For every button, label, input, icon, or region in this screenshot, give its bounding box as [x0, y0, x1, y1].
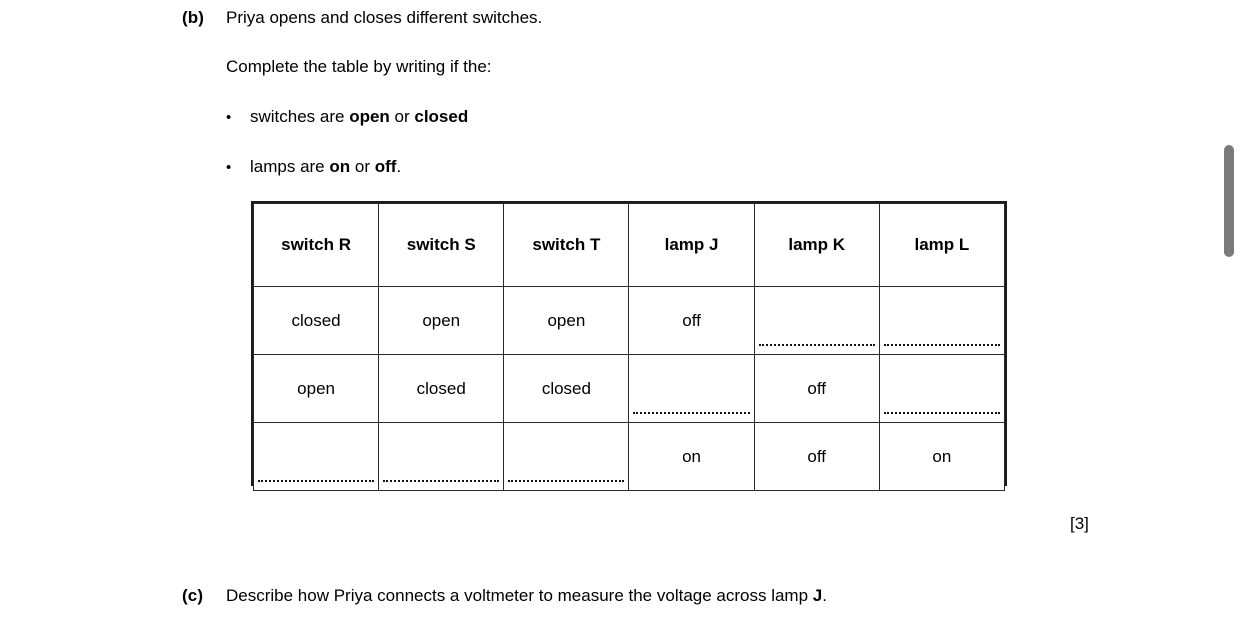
part-b-text: Priya opens and closes different switche…: [226, 8, 543, 27]
table-cell: open: [378, 286, 505, 355]
part-c-label: (c): [182, 586, 204, 605]
question-page: (b) Priya opens and closes different swi…: [0, 0, 1242, 621]
answer-dotted-line: [883, 412, 1000, 414]
table-cell-blank[interactable]: [878, 354, 1006, 423]
cell-value: off: [807, 446, 826, 466]
answer-dotted-line: [758, 344, 875, 346]
table-header-cell: lamp K: [753, 203, 880, 287]
table-cell-blank[interactable]: [878, 286, 1006, 355]
bullet-item-switches: • switches are open or closed: [226, 107, 468, 128]
table-cell: off: [753, 422, 880, 491]
bullet-dot-icon: •: [226, 109, 232, 126]
part-b-label: (b): [182, 8, 205, 27]
table-cell-blank[interactable]: [378, 422, 505, 491]
part-c-row: (c) Describe how Priya connects a voltme…: [182, 586, 827, 606]
table-cell-blank[interactable]: [503, 422, 630, 491]
part-c-seg: Describe how Priya connects a voltmeter …: [226, 586, 813, 605]
answer-dotted-line: [258, 480, 375, 482]
vertical-scrollbar-track[interactable]: [1222, 0, 1236, 621]
table-cell-blank[interactable]: [628, 354, 755, 423]
answer-dotted-line: [633, 412, 750, 414]
table-cell-blank[interactable]: [753, 286, 880, 355]
table-cell: off: [753, 354, 880, 423]
table-body: closed open open off open closed closed …: [252, 286, 1006, 491]
table-header-cell: switch S: [378, 203, 505, 287]
table-header-row: switch R switch S switch T lamp J lamp K…: [252, 203, 1006, 287]
bullet-seg: lamps are: [250, 157, 330, 176]
table-cell: on: [878, 422, 1006, 491]
bullet-item-lamps: • lamps are on or off.: [226, 157, 401, 178]
table-header-cell: switch T: [503, 203, 630, 287]
table-header: switch R switch S switch T lamp J lamp K…: [252, 203, 1006, 287]
vertical-scrollbar-thumb[interactable]: [1224, 145, 1234, 257]
bullet-text-switches: switches are open or closed: [250, 107, 468, 127]
bullet-seg-bold: on: [329, 157, 351, 176]
cell-value: open: [297, 378, 335, 398]
part-c-seg: .: [822, 586, 827, 605]
bullet-seg: or: [389, 107, 415, 126]
table-header-cell: switch R: [252, 203, 380, 287]
cell-value: open: [422, 310, 461, 330]
cell-value: on: [682, 446, 701, 466]
table-cell: closed: [378, 354, 505, 423]
cell-value: closed: [291, 310, 341, 330]
marks-allocation-b: [3]: [1070, 514, 1089, 533]
table-cell: open: [503, 286, 630, 355]
bullet-seg: or: [350, 157, 375, 176]
bullet-seg-bold: open: [349, 107, 390, 126]
table-cell-blank[interactable]: [252, 422, 380, 491]
bullet-seg-bold: closed: [414, 107, 469, 126]
answer-dotted-line: [883, 344, 1000, 346]
bullet-seg: switches are: [250, 107, 350, 126]
part-b-instruction: Complete the table by writing if the:: [226, 57, 492, 76]
table-header-cell: lamp L: [878, 203, 1006, 287]
table-header-cell: lamp J: [628, 203, 755, 287]
table-cell: closed: [503, 354, 630, 423]
bullet-seg-bold: off: [374, 157, 397, 176]
switch-lamp-table-container: switch R switch S switch T lamp J lamp K…: [251, 201, 1007, 491]
table-cell: closed: [252, 286, 380, 355]
part-c-seg-bold: J: [812, 586, 823, 605]
bullet-seg: .: [396, 157, 402, 176]
table-cell: off: [628, 286, 755, 355]
cell-value: closed: [541, 378, 591, 398]
bullet-text-lamps: lamps are on or off.: [250, 157, 401, 177]
table-cell: open: [252, 354, 380, 423]
answer-dotted-line: [383, 480, 500, 482]
table-row: on off on: [252, 422, 1006, 491]
part-c-text: Describe how Priya connects a voltmeter …: [226, 586, 827, 606]
cell-value: open: [547, 310, 586, 330]
cell-value: on: [932, 446, 952, 466]
cell-value: off: [682, 310, 701, 330]
cell-value: closed: [416, 378, 466, 398]
answer-dotted-line: [508, 480, 625, 482]
table-cell: on: [628, 422, 755, 491]
bullet-dot-icon: •: [226, 159, 232, 176]
switch-lamp-table: switch R switch S switch T lamp J lamp K…: [252, 203, 1006, 491]
table-row: closed open open off: [252, 286, 1006, 355]
cell-value: off: [807, 378, 826, 398]
table-row: open closed closed off: [252, 354, 1006, 423]
part-b-row: (b) Priya opens and closes different swi…: [182, 8, 542, 28]
